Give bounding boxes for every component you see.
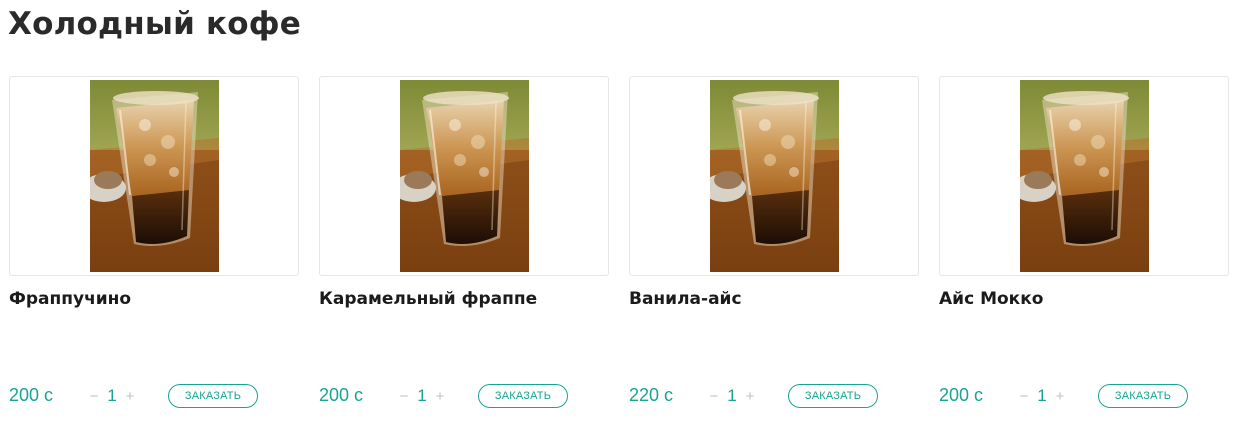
quantity-value: 1	[1037, 386, 1047, 405]
product-card: Фраппучино 200 с − 1 + ЗАКАЗАТЬ	[9, 76, 299, 416]
product-name[interactable]: Ванила-айс	[629, 289, 742, 309]
quantity-stepper: − 1 +	[1017, 385, 1067, 407]
order-button[interactable]: ЗАКАЗАТЬ	[1098, 384, 1188, 408]
product-card: Айс Мокко 200 с − 1 + ЗАКАЗАТЬ	[939, 76, 1229, 416]
iced-coffee-image	[1020, 80, 1149, 272]
iced-coffee-image	[710, 80, 839, 272]
product-price: 200 с	[319, 385, 364, 405]
quantity-value: 1	[417, 386, 427, 405]
increase-button[interactable]: +	[1053, 388, 1067, 405]
product-price: 200 с	[939, 385, 984, 405]
order-button[interactable]: ЗАКАЗАТЬ	[478, 384, 568, 408]
increase-button[interactable]: +	[743, 388, 757, 405]
product-name[interactable]: Карамельный фраппе	[319, 289, 537, 309]
iced-coffee-image	[90, 80, 219, 272]
product-price: 200 с	[9, 385, 54, 405]
product-image-frame[interactable]	[9, 76, 299, 276]
quantity-value: 1	[107, 386, 117, 405]
decrease-button[interactable]: −	[397, 388, 411, 405]
quantity-value: 1	[727, 386, 737, 405]
order-button[interactable]: ЗАКАЗАТЬ	[168, 384, 258, 408]
product-card: Карамельный фраппе 200 с − 1 + ЗАКАЗАТЬ	[319, 76, 609, 416]
product-image-frame[interactable]	[629, 76, 919, 276]
decrease-button[interactable]: −	[87, 388, 101, 405]
increase-button[interactable]: +	[123, 388, 137, 405]
product-grid: Фраппучино 200 с − 1 + ЗАКАЗАТЬ Карамель…	[0, 76, 1238, 426]
increase-button[interactable]: +	[433, 388, 447, 405]
decrease-button[interactable]: −	[707, 388, 721, 405]
product-card: Ванила-айс 220 с − 1 + ЗАКАЗАТЬ	[629, 76, 919, 416]
product-image-frame[interactable]	[939, 76, 1229, 276]
product-image-frame[interactable]	[319, 76, 609, 276]
iced-coffee-image	[400, 80, 529, 272]
quantity-stepper: − 1 +	[87, 385, 137, 407]
product-name[interactable]: Айс Мокко	[939, 289, 1043, 309]
section-title: Холодный кофе	[8, 6, 301, 42]
product-name[interactable]: Фраппучино	[9, 289, 131, 309]
product-price: 220 с	[629, 385, 674, 405]
order-button[interactable]: ЗАКАЗАТЬ	[788, 384, 878, 408]
quantity-stepper: − 1 +	[707, 385, 757, 407]
quantity-stepper: − 1 +	[397, 385, 447, 407]
decrease-button[interactable]: −	[1017, 388, 1031, 405]
